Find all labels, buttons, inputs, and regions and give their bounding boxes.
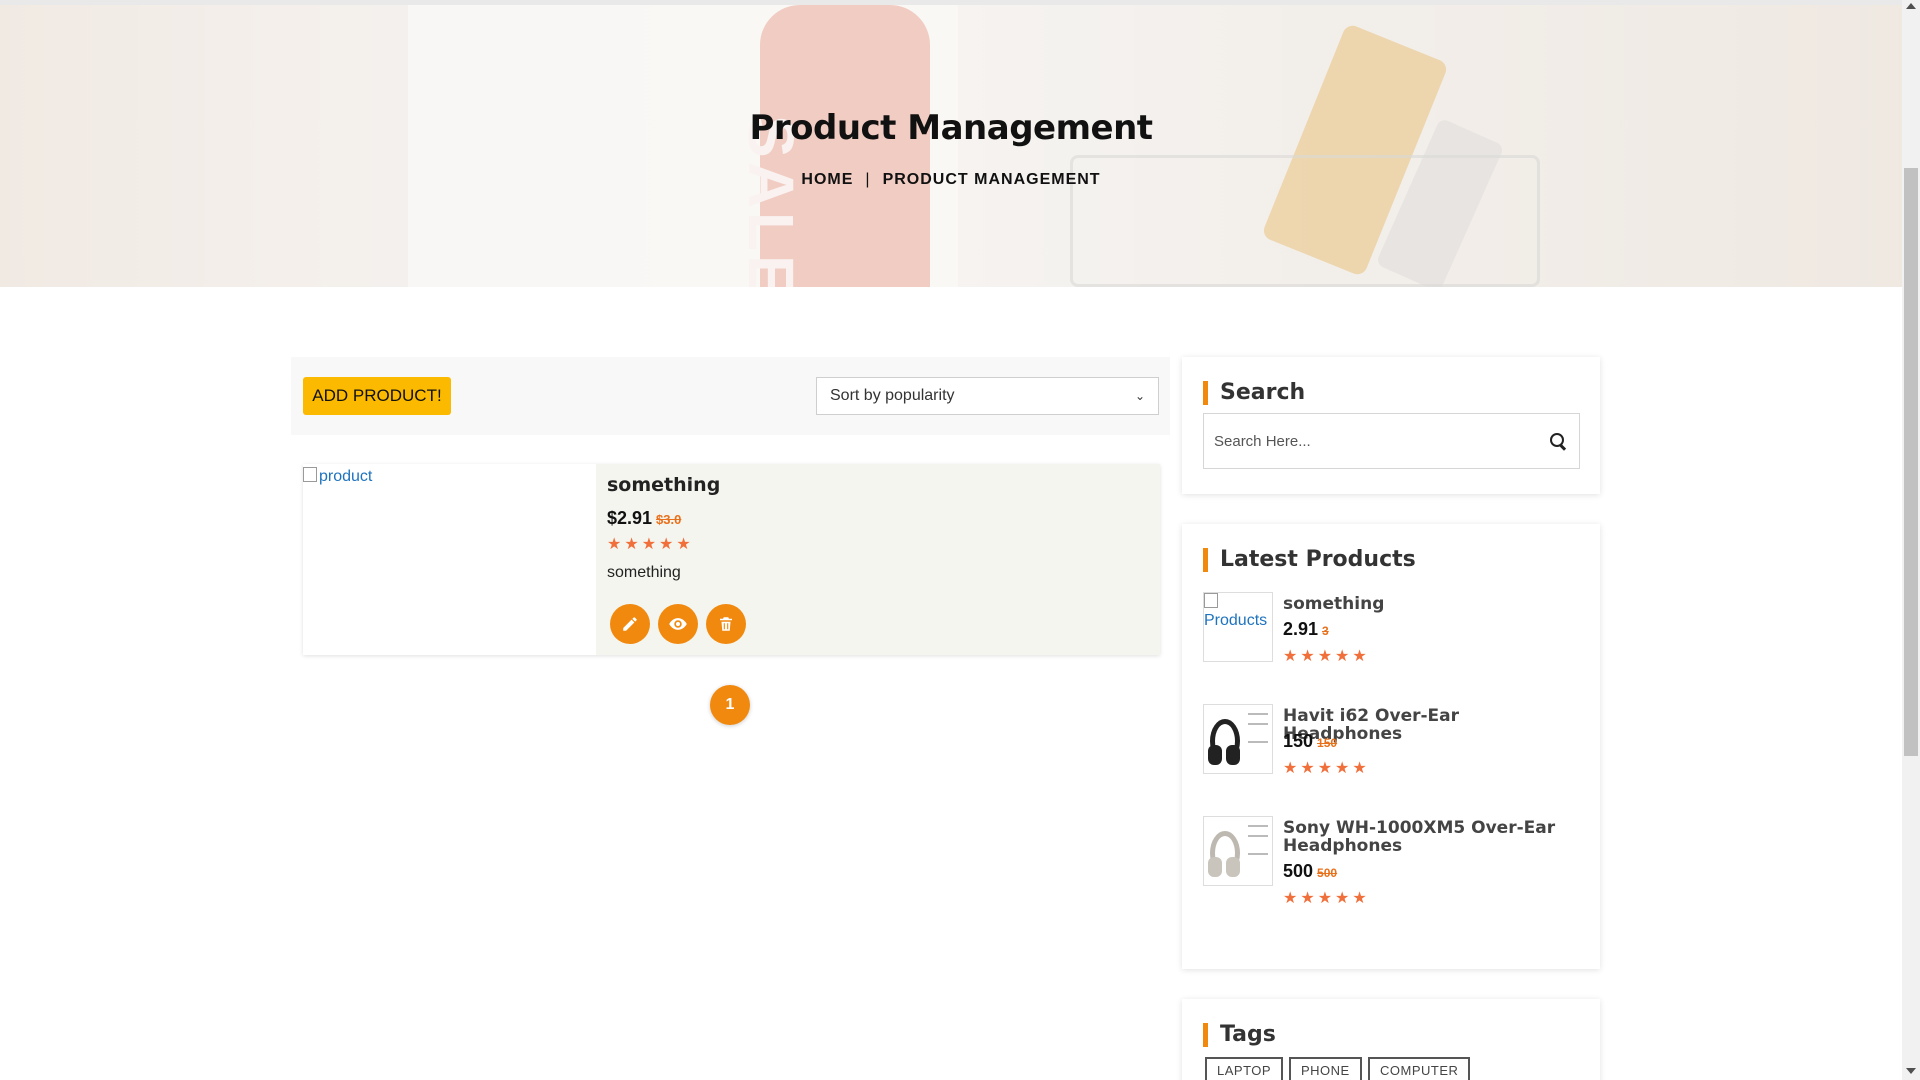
latest-product-current-price: 150 (1283, 731, 1314, 751)
scrollbar-thumb[interactable] (1904, 168, 1918, 756)
tags-widget-title: Tags (1203, 1023, 1276, 1047)
latest-product-rating-stars: ★★★★★ (1283, 648, 1370, 665)
latest-product-price: 2.91 3 (1283, 619, 1329, 640)
scroll-down-arrow-icon[interactable] (1906, 1068, 1916, 1074)
latest-product-current-price: 2.91 (1283, 619, 1319, 639)
sort-select-value: Sort by popularity (830, 387, 955, 404)
scroll-up-arrow-icon[interactable] (1906, 3, 1916, 9)
product-price: $2.91 $3.0 (607, 508, 681, 529)
pencil-icon (623, 617, 637, 631)
product-title[interactable]: something (607, 474, 720, 496)
breadcrumb-separator: | (865, 171, 871, 188)
add-product-button[interactable]: ADD PRODUCT! (303, 377, 451, 415)
breadcrumb-home-link[interactable]: HOME (801, 171, 853, 188)
view-product-button[interactable] (658, 604, 698, 644)
latest-product-old-price: 3 (1322, 624, 1329, 638)
product-image-alt: product (303, 467, 372, 486)
search-input[interactable] (1214, 432, 1534, 450)
product-rating-stars: ★★★★★ (607, 536, 694, 553)
eye-icon (669, 618, 687, 630)
search-widget: Search (1182, 357, 1600, 494)
latest-products-title: Latest Products (1203, 548, 1416, 572)
latest-product-name[interactable]: Sony WH-1000XM5 Over-Ear Headphones (1283, 819, 1583, 855)
search-box (1203, 413, 1580, 469)
latest-product-thumbnail[interactable]: Products (1203, 592, 1273, 662)
hero-banner: SALE Product Management HOME | PRODUCT MAN… (0, 5, 1902, 287)
search-widget-title: Search (1203, 381, 1305, 405)
latest-product-price: 500 500 (1283, 861, 1337, 882)
latest-product-image-alt: Products (1204, 593, 1272, 630)
latest-products-widget: Latest Products Products something 2.91 3… (1182, 524, 1600, 969)
product-image[interactable]: product (303, 464, 596, 655)
tag-phone[interactable]: PHONE (1289, 1057, 1362, 1080)
breadcrumb-current: PRODUCT MANAGEMENT (882, 171, 1101, 188)
latest-product-name[interactable]: something (1283, 595, 1583, 613)
headphones-silver-thumbnail[interactable] (1203, 816, 1273, 886)
product-old-price: $3.0 (656, 512, 682, 527)
sort-select[interactable]: Sort by popularity ⌄ (816, 377, 1159, 415)
latest-product-rating-stars: ★★★★★ (1283, 890, 1370, 907)
vertical-scrollbar[interactable] (1902, 0, 1920, 1080)
tags-widget: Tags LAPTOP PHONE COMPUTER (1182, 999, 1600, 1080)
edit-product-button[interactable] (610, 604, 650, 644)
trash-icon (720, 617, 732, 631)
delete-product-button[interactable] (706, 604, 746, 644)
page-title: Product Management (749, 108, 1153, 148)
page: SALE Product Management HOME | PRODUCT MAN… (0, 0, 1920, 1080)
tag-computer[interactable]: COMPUTER (1368, 1057, 1471, 1080)
search-icon[interactable] (1549, 432, 1567, 450)
product-current-price: $2.91 (607, 508, 653, 528)
latest-product-old-price: 150 (1317, 736, 1338, 750)
product-description: something (607, 564, 681, 581)
chevron-down-icon: ⌄ (1134, 389, 1145, 403)
headphones-black-thumbnail[interactable] (1203, 704, 1273, 774)
product-card: product something $2.91 $3.0 ★★★★★ someth… (303, 464, 1160, 655)
latest-product-current-price: 500 (1283, 861, 1314, 881)
latest-product-price: 150 150 (1283, 731, 1337, 752)
latest-product-rating-stars: ★★★★★ (1283, 760, 1370, 777)
breadcrumb: HOME | PRODUCT MANAGEMENT (0, 171, 1902, 189)
pagination-page-1[interactable]: 1 (710, 685, 750, 725)
latest-product-old-price: 500 (1317, 866, 1338, 880)
tag-laptop[interactable]: LAPTOP (1205, 1057, 1284, 1080)
